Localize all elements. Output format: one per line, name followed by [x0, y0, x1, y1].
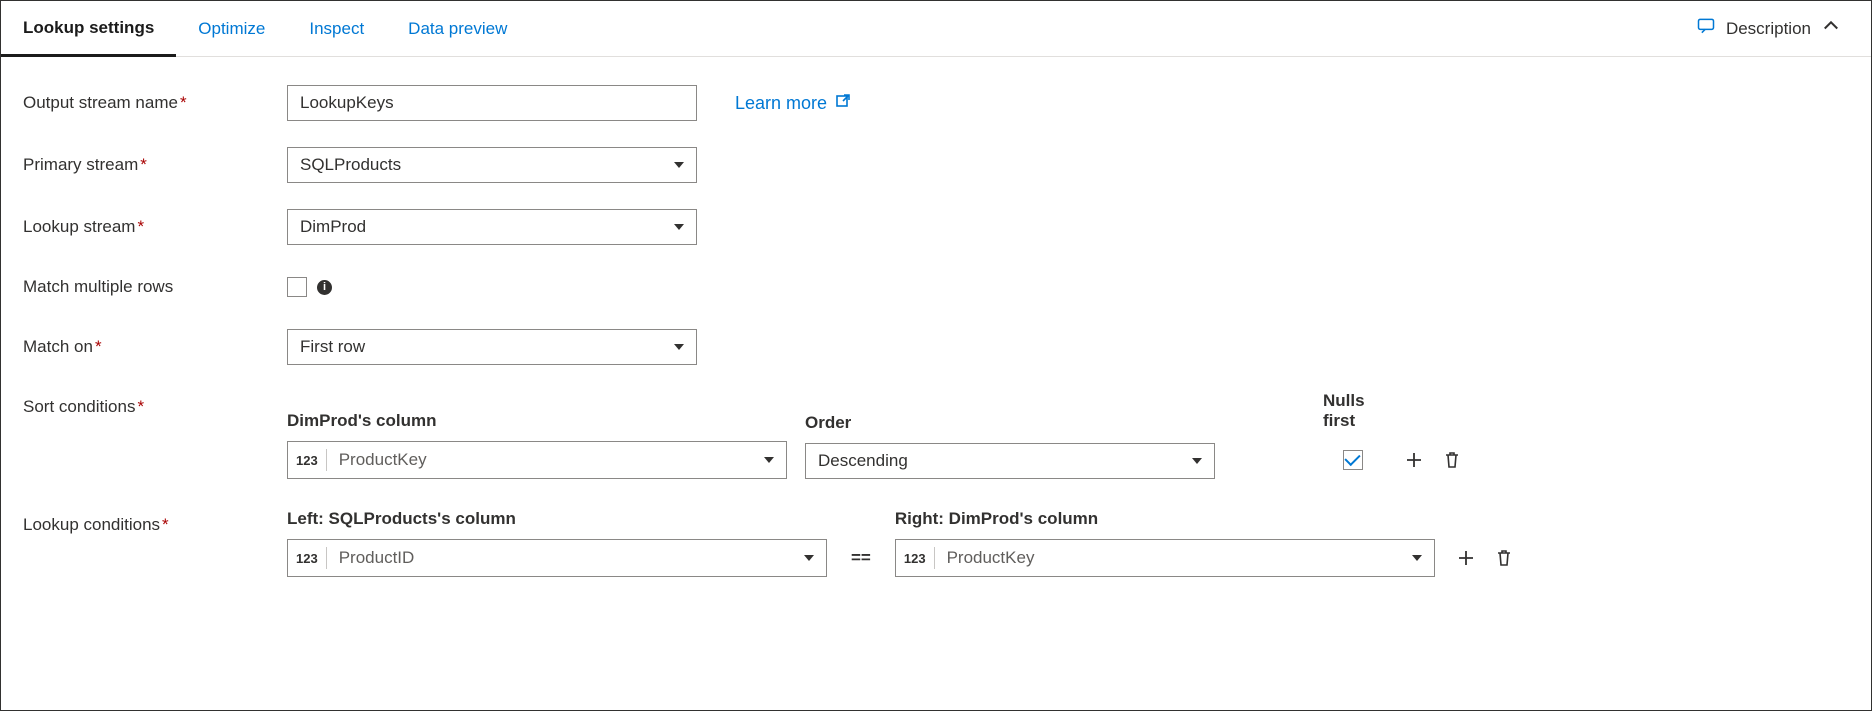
chevron-down-icon	[674, 162, 684, 168]
datatype-tag: 123	[896, 551, 934, 566]
lookup-right-header: Right: DimProd's column	[895, 509, 1435, 529]
sort-order-value: Descending	[818, 451, 908, 471]
label-match-multiple-rows: Match multiple rows	[23, 271, 287, 303]
lookup-stream-value: DimProd	[300, 217, 366, 237]
lookup-left-value: ProductID	[327, 548, 804, 568]
comment-icon	[1696, 16, 1716, 41]
chevron-down-icon	[764, 457, 774, 463]
add-sort-condition-button[interactable]	[1401, 447, 1427, 473]
learn-more-link[interactable]: Learn more	[735, 93, 851, 114]
output-stream-name-input[interactable]	[287, 85, 697, 121]
lookup-operator: ==	[845, 539, 877, 577]
match-on-select[interactable]: First row	[287, 329, 697, 365]
lookup-settings-panel: Lookup settings Optimize Inspect Data pr…	[0, 0, 1872, 711]
datatype-tag: 123	[288, 453, 326, 468]
info-icon[interactable]: i	[317, 280, 332, 295]
description-toggle[interactable]: Description	[1696, 16, 1859, 41]
row-primary-stream: Primary stream* SQLProducts	[23, 147, 1849, 183]
lookup-stream-select[interactable]: DimProd	[287, 209, 697, 245]
form-body: Output stream name* Learn more Primary s…	[1, 57, 1871, 625]
tab-inspect[interactable]: Inspect	[287, 1, 386, 57]
external-link-icon	[835, 93, 851, 114]
label-output-stream-name: Output stream name*	[23, 87, 287, 119]
chevron-down-icon	[804, 555, 814, 561]
match-multiple-rows-checkbox[interactable]	[287, 277, 307, 297]
row-lookup-conditions: Lookup conditions* Left: SQLProducts's c…	[23, 509, 1849, 577]
description-label: Description	[1726, 19, 1811, 39]
tab-optimize[interactable]: Optimize	[176, 1, 287, 57]
row-match-multiple-rows: Match multiple rows i	[23, 271, 1849, 303]
nulls-first-checkbox[interactable]	[1343, 450, 1363, 470]
delete-lookup-condition-button[interactable]	[1491, 545, 1517, 571]
chevron-down-icon	[674, 224, 684, 230]
row-sort-conditions: Sort conditions* DimProd's column 123 Pr…	[23, 391, 1849, 479]
primary-stream-select[interactable]: SQLProducts	[287, 147, 697, 183]
label-lookup-conditions: Lookup conditions*	[23, 509, 287, 541]
row-match-on: Match on* First row	[23, 329, 1849, 365]
match-on-value: First row	[300, 337, 365, 357]
tab-data-preview[interactable]: Data preview	[386, 1, 529, 57]
sort-nulls-header: Nulls first	[1323, 391, 1383, 431]
add-lookup-condition-button[interactable]	[1453, 545, 1479, 571]
row-lookup-stream: Lookup stream* DimProd	[23, 209, 1849, 245]
row-output-stream-name: Output stream name* Learn more	[23, 85, 1849, 121]
lookup-right-value: ProductKey	[935, 548, 1412, 568]
chevron-down-icon	[1412, 555, 1422, 561]
lookup-left-column-select[interactable]: 123 ProductID	[287, 539, 827, 577]
datatype-tag: 123	[288, 551, 326, 566]
label-lookup-stream: Lookup stream*	[23, 211, 287, 243]
label-primary-stream: Primary stream*	[23, 149, 287, 181]
chevron-down-icon	[1192, 458, 1202, 464]
label-sort-conditions: Sort conditions*	[23, 391, 287, 423]
label-match-on: Match on*	[23, 331, 287, 363]
sort-column-value: ProductKey	[327, 450, 764, 470]
chevron-up-icon	[1821, 16, 1841, 41]
sort-column-select[interactable]: 123 ProductKey	[287, 441, 787, 479]
tabstrip: Lookup settings Optimize Inspect Data pr…	[1, 1, 1871, 57]
primary-stream-value: SQLProducts	[300, 155, 401, 175]
sort-order-header: Order	[805, 413, 1215, 433]
tab-lookup-settings[interactable]: Lookup settings	[1, 1, 176, 57]
delete-sort-condition-button[interactable]	[1439, 447, 1465, 473]
chevron-down-icon	[674, 344, 684, 350]
lookup-right-column-select[interactable]: 123 ProductKey	[895, 539, 1435, 577]
sort-column-header: DimProd's column	[287, 411, 787, 431]
sort-order-select[interactable]: Descending	[805, 443, 1215, 479]
lookup-left-header: Left: SQLProducts's column	[287, 509, 827, 529]
